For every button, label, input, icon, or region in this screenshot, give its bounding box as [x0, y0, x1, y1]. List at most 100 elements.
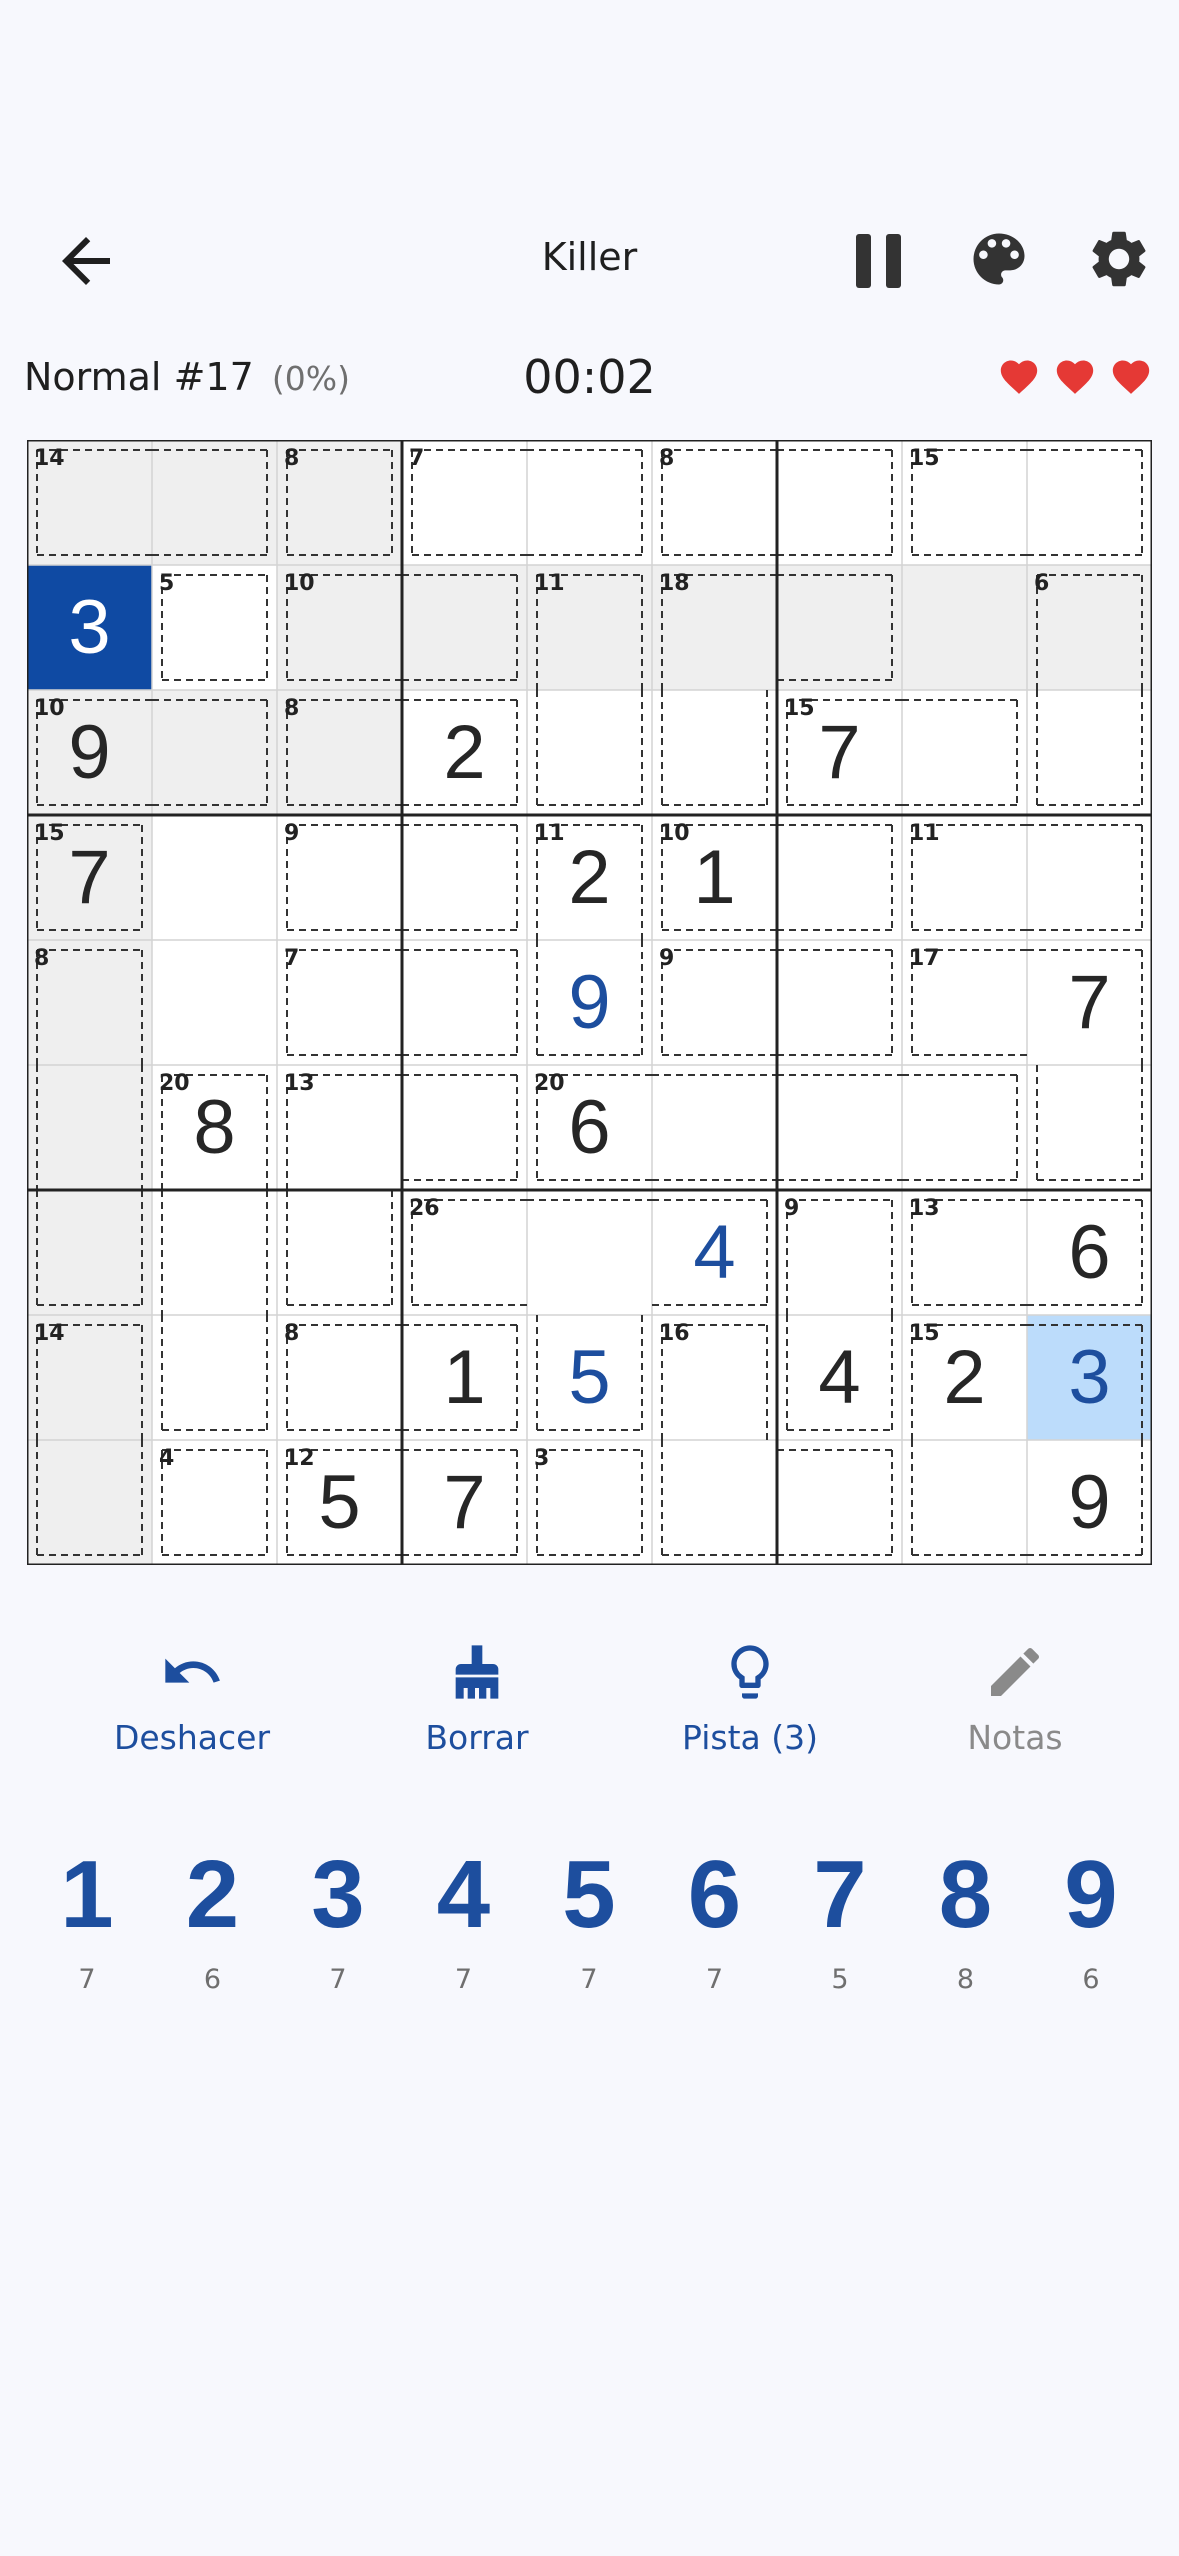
- grid-cell[interactable]: [527, 1190, 652, 1315]
- grid-cell[interactable]: 1: [402, 1315, 527, 1440]
- grid-cell[interactable]: 6: [1027, 1190, 1152, 1315]
- grid-cell[interactable]: 2: [402, 690, 527, 815]
- pause-button[interactable]: [850, 228, 910, 294]
- palette-icon: [973, 233, 1025, 285]
- number-button-9[interactable]: 96: [1036, 1840, 1146, 1995]
- grid-cell[interactable]: 3: [27, 565, 152, 690]
- number-digit: 2: [185, 1841, 240, 1948]
- pista-button[interactable]: Pista (3): [620, 1640, 880, 1757]
- grid-cell[interactable]: 4: [777, 1315, 902, 1440]
- number-button-5[interactable]: 57: [534, 1840, 644, 1995]
- heart-icon: [1000, 360, 1038, 394]
- brush-icon: [455, 1645, 499, 1699]
- grid-cell[interactable]: [527, 690, 652, 815]
- cage-sum: 13: [284, 1071, 315, 1096]
- number-button-2[interactable]: 26: [158, 1840, 268, 1995]
- grid-cell[interactable]: [527, 440, 652, 565]
- number-button-4[interactable]: 47: [409, 1840, 519, 1995]
- grid-cell[interactable]: [27, 1065, 152, 1190]
- remaining-count: 6: [203, 1964, 222, 1995]
- cage-sum: 7: [284, 946, 300, 971]
- grid-cell[interactable]: [277, 1190, 402, 1315]
- pencil-icon: [991, 1647, 1040, 1696]
- number-button-6[interactable]: 67: [660, 1840, 770, 1995]
- grid-cell[interactable]: [152, 690, 277, 815]
- notas-button[interactable]: Notas: [885, 1640, 1145, 1757]
- cage-sum: 6: [1034, 571, 1050, 596]
- grid-cell[interactable]: [27, 1440, 152, 1565]
- grid-cell[interactable]: [777, 815, 902, 940]
- cage-sum: 18: [659, 571, 690, 596]
- number-digit: 5: [562, 1841, 616, 1948]
- remaining-count: 7: [329, 1964, 347, 1995]
- cage-sum: 15: [784, 696, 815, 721]
- grid-cell[interactable]: [402, 940, 527, 1065]
- grid-cell[interactable]: [652, 1065, 777, 1190]
- number-button-1[interactable]: 17: [32, 1840, 142, 1995]
- settings-button[interactable]: [1085, 225, 1153, 293]
- cage-sum: 8: [34, 946, 50, 971]
- grid-cell[interactable]: [777, 1440, 902, 1565]
- number-digit: 3: [311, 1841, 365, 1948]
- cage-sum: 11: [534, 571, 565, 596]
- grid-cell[interactable]: [902, 565, 1027, 690]
- number-digit: 9: [1064, 1841, 1118, 1948]
- cage-sum: 10: [34, 696, 65, 721]
- grid-cell[interactable]: [1027, 440, 1152, 565]
- cage-sum: 14: [34, 446, 65, 471]
- grid-cell[interactable]: [152, 440, 277, 565]
- grid-cell[interactable]: [902, 690, 1027, 815]
- grid-cell[interactable]: [777, 565, 902, 690]
- grid-cell[interactable]: [402, 815, 527, 940]
- cage-sum: 9: [659, 946, 675, 971]
- grid-cell[interactable]: [652, 1440, 777, 1565]
- cage-sum: 20: [159, 1071, 190, 1096]
- cage-sum: 15: [909, 446, 940, 471]
- number-button-7[interactable]: 75: [785, 1840, 895, 1995]
- grid-cell[interactable]: [27, 1190, 152, 1315]
- grid-cell[interactable]: [1027, 690, 1152, 815]
- remaining-count: 7: [78, 1964, 96, 1995]
- grid-cell[interactable]: [777, 940, 902, 1065]
- cage-sum: 13: [909, 1196, 940, 1221]
- cage-sum: 8: [284, 696, 300, 721]
- grid-cell[interactable]: [402, 565, 527, 690]
- tool-label: Notas: [967, 1718, 1063, 1757]
- number-button-3[interactable]: 37: [283, 1840, 393, 1995]
- grid-cell[interactable]: [1027, 1065, 1152, 1190]
- grid-cell[interactable]: [777, 440, 902, 565]
- grid-cell[interactable]: 9: [527, 940, 652, 1065]
- grid-cell[interactable]: [1027, 815, 1152, 940]
- grid-cell[interactable]: 4: [652, 1190, 777, 1315]
- grid-cell[interactable]: [152, 815, 277, 940]
- cage-sum: 9: [784, 1196, 800, 1221]
- borrar-button[interactable]: Borrar: [347, 1640, 607, 1757]
- cage-sum: 16: [659, 1321, 690, 1346]
- cage-sum: 15: [909, 1321, 940, 1346]
- number-button-8[interactable]: 88: [911, 1840, 1021, 1995]
- grid-cell[interactable]: 7: [402, 1440, 527, 1565]
- grid-cell[interactable]: 3: [1027, 1315, 1152, 1440]
- remaining-count: 6: [1082, 1964, 1100, 1995]
- grid-cell[interactable]: [402, 1065, 527, 1190]
- grid-cell[interactable]: [652, 690, 777, 815]
- grid-cell[interactable]: 9: [1027, 1440, 1152, 1565]
- number-digit: 6: [687, 1841, 742, 1948]
- grid-cell[interactable]: [152, 1315, 277, 1440]
- grid-cell[interactable]: [152, 940, 277, 1065]
- deshacer-button[interactable]: Deshacer: [62, 1640, 322, 1757]
- toolbar: Deshacer Borrar Pista (3) Notas: [0, 1640, 1179, 1800]
- number-digit: 8: [938, 1841, 993, 1948]
- grid-cell[interactable]: 5: [527, 1315, 652, 1440]
- cage-sum: 14: [34, 1321, 65, 1346]
- grid-cell[interactable]: 7: [1027, 940, 1152, 1065]
- grid-cell[interactable]: [902, 1065, 1027, 1190]
- theme-button[interactable]: [965, 225, 1033, 293]
- tool-label: Deshacer: [113, 1718, 271, 1757]
- cage-sum: 12: [284, 1446, 315, 1471]
- cage-sum: 5: [159, 571, 175, 596]
- grid-cell[interactable]: [777, 1065, 902, 1190]
- lightbulb-icon: [731, 1645, 769, 1699]
- grid-cell[interactable]: [902, 1440, 1027, 1565]
- grid-cell[interactable]: [152, 1190, 277, 1315]
